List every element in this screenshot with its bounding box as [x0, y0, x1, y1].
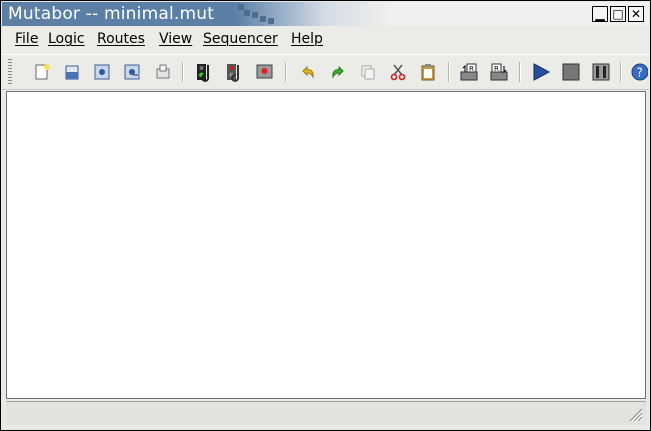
- cut-icon: [390, 64, 406, 81]
- menu-file[interactable]: File: [15, 31, 38, 47]
- minimize-button[interactable]: ▁: [592, 6, 608, 22]
- activate-logic-icon: [197, 64, 210, 82]
- close-button[interactable]: ✕: [628, 6, 644, 22]
- titlebar-decoration: [268, 18, 274, 24]
- editor-area[interactable]: [6, 91, 646, 399]
- new-file-icon: [35, 64, 50, 80]
- panic-icon: [256, 64, 273, 79]
- title-bar[interactable]: Mutabor -- minimal.mut ▁ □ ✕: [2, 2, 649, 26]
- menu-sequencer[interactable]: Sequencer: [203, 31, 278, 47]
- maximize-icon: □: [612, 7, 624, 21]
- help-button[interactable]: ?: [630, 61, 648, 83]
- route-save-icon: R: [490, 63, 508, 81]
- save-as-icon: [124, 64, 140, 80]
- open-file-icon: [65, 65, 79, 80]
- toolbar-separator: [620, 62, 622, 82]
- toolbar-separator: [182, 62, 184, 82]
- toolbar: R R ?: [2, 54, 649, 90]
- route-load-button[interactable]: R: [458, 61, 480, 83]
- menu-routes[interactable]: Routes: [97, 31, 145, 47]
- route-save-button[interactable]: R: [488, 61, 510, 83]
- pause-button[interactable]: [590, 61, 612, 83]
- copy-icon: [361, 65, 375, 80]
- menu-help[interactable]: Help: [291, 31, 323, 47]
- svg-text:?: ?: [637, 66, 643, 80]
- menu-bar: File Logic Routes View Sequencer Help: [2, 27, 649, 53]
- save-file-button[interactable]: [91, 61, 113, 83]
- toolbar-separator: [448, 62, 450, 82]
- pause-icon: [592, 63, 610, 81]
- play-icon: [533, 63, 551, 81]
- resize-grip-icon[interactable]: [627, 406, 643, 422]
- panic-button[interactable]: [254, 61, 276, 83]
- toolbar-separator: [285, 62, 287, 82]
- app-window: Mutabor -- minimal.mut ▁ □ ✕ File Logic …: [0, 0, 651, 431]
- paste-button[interactable]: [417, 61, 439, 83]
- maximize-button[interactable]: □: [610, 6, 626, 22]
- redo-icon: [332, 65, 344, 79]
- titlebar-decoration: [260, 16, 266, 22]
- toolbar-grip[interactable]: [8, 59, 12, 85]
- play-button[interactable]: [530, 61, 552, 83]
- save-as-button[interactable]: [121, 61, 143, 83]
- stop-logic-icon: [227, 64, 240, 82]
- activate-logic-button[interactable]: [194, 61, 216, 83]
- window-title: Mutabor -- minimal.mut: [8, 4, 215, 24]
- menu-logic[interactable]: Logic: [48, 31, 85, 47]
- titlebar-decoration: [244, 10, 250, 16]
- open-file-button[interactable]: [61, 61, 83, 83]
- menu-view[interactable]: View: [159, 31, 192, 47]
- stop-logic-button[interactable]: [224, 61, 246, 83]
- close-icon: ✕: [630, 7, 642, 21]
- save-file-icon: [94, 64, 110, 80]
- toolbar-separator: [519, 62, 521, 82]
- svg-text:R: R: [494, 65, 499, 73]
- execute-button[interactable]: [152, 61, 174, 83]
- svg-text:R: R: [469, 65, 474, 73]
- route-load-icon: R: [460, 63, 478, 81]
- titlebar-decoration: [252, 12, 258, 18]
- cut-button[interactable]: [387, 61, 409, 83]
- paste-icon: [421, 64, 435, 81]
- minimize-icon: ▁: [595, 7, 605, 21]
- help-icon: ?: [631, 63, 648, 81]
- stop-icon: [562, 63, 580, 81]
- redo-button[interactable]: [327, 61, 349, 83]
- undo-icon: [302, 65, 314, 79]
- copy-button[interactable]: [357, 61, 379, 83]
- undo-button[interactable]: [297, 61, 319, 83]
- new-file-button[interactable]: [31, 61, 53, 83]
- stop-button[interactable]: [560, 61, 582, 83]
- execute-icon: [156, 64, 170, 79]
- status-bar: [6, 401, 646, 425]
